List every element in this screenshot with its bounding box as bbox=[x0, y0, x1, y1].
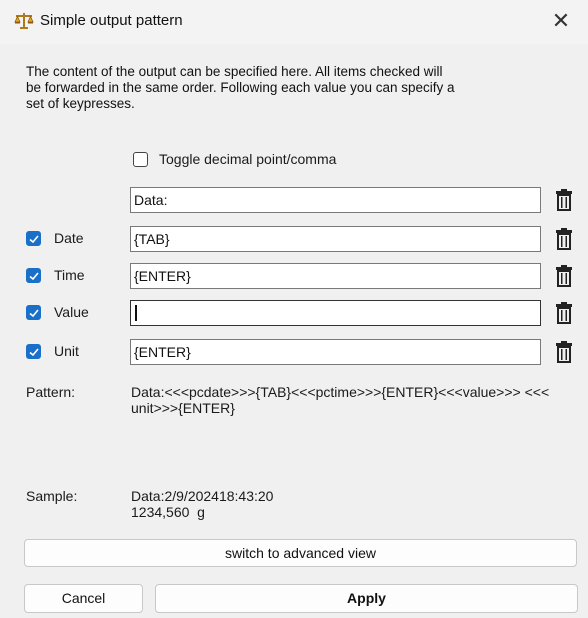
trash-icon[interactable] bbox=[555, 302, 573, 324]
sample-text: Data:2/9/202418:43:20 1234,560 g bbox=[131, 488, 273, 520]
window-title: Simple output pattern bbox=[40, 12, 183, 29]
unit-suffix-input[interactable] bbox=[130, 339, 541, 365]
close-icon[interactable]: ✕ bbox=[546, 6, 576, 36]
value-checkbox[interactable] bbox=[26, 305, 41, 320]
trash-icon[interactable] bbox=[555, 341, 573, 363]
date-checkbox[interactable] bbox=[26, 231, 41, 246]
title-bar: Simple output pattern ✕ bbox=[0, 0, 588, 44]
trash-icon[interactable] bbox=[555, 265, 573, 287]
unit-label: Unit bbox=[54, 343, 79, 359]
date-suffix-input[interactable] bbox=[130, 226, 541, 252]
pattern-label: Pattern: bbox=[26, 384, 76, 400]
trash-icon[interactable] bbox=[555, 228, 573, 250]
time-suffix-input[interactable] bbox=[130, 263, 541, 289]
text-caret bbox=[135, 305, 137, 321]
scale-icon bbox=[14, 13, 34, 29]
apply-button[interactable]: Apply bbox=[155, 584, 578, 613]
time-checkbox[interactable] bbox=[26, 268, 41, 283]
sample-line-2: 1234,560 g bbox=[131, 504, 205, 520]
date-label: Date bbox=[54, 230, 84, 246]
pattern-text: Data:<<<pcdate>>>{TAB}<<<pctime>>>{ENTER… bbox=[131, 384, 550, 416]
unit-checkbox[interactable] bbox=[26, 344, 41, 359]
cancel-button[interactable]: Cancel bbox=[24, 584, 143, 613]
time-label: Time bbox=[54, 267, 85, 283]
toggle-decimal-checkbox[interactable] bbox=[133, 152, 148, 167]
sample-label: Sample: bbox=[26, 488, 78, 504]
value-label: Value bbox=[54, 304, 89, 320]
description-text: The content of the output can be specifi… bbox=[26, 64, 455, 111]
switch-advanced-view-button[interactable]: switch to advanced view bbox=[24, 539, 577, 567]
prefix-input[interactable] bbox=[130, 187, 541, 213]
trash-icon[interactable] bbox=[555, 189, 573, 211]
toggle-decimal-label: Toggle decimal point/comma bbox=[159, 151, 337, 167]
sample-line-1: Data:2/9/202418:43:20 bbox=[131, 488, 274, 504]
value-suffix-input[interactable] bbox=[130, 300, 541, 326]
